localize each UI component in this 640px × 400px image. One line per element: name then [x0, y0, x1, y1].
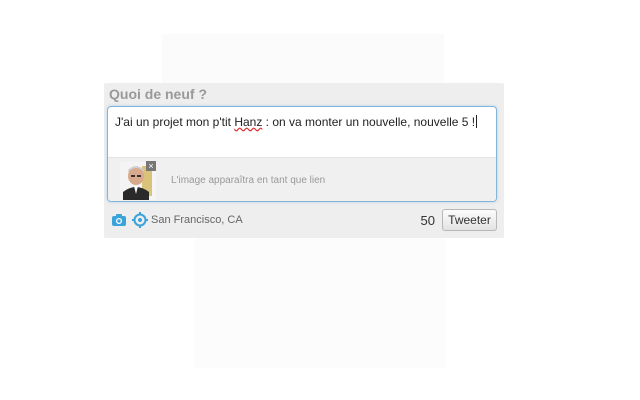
remove-image-button[interactable]: ×	[146, 161, 156, 171]
text-caret	[476, 115, 478, 128]
location-label[interactable]: San Francisco, CA	[151, 214, 243, 226]
attachment-note: L'image apparaîtra en tant que lien	[171, 175, 326, 186]
tweet-text[interactable]: J'ai un projet mon p'tit Hanz : on va mo…	[115, 115, 478, 129]
tweet-button[interactable]: Tweeter	[442, 209, 497, 231]
attachment-area: × L'image apparaîtra en tant que lien	[108, 157, 496, 201]
camera-icon[interactable]	[111, 212, 127, 228]
tweet-textarea[interactable]: J'ai un projet mon p'tit Hanz : on va mo…	[107, 106, 497, 202]
composer-toolbar: San Francisco, CA 50 Tweeter	[111, 209, 497, 231]
background-panel-top	[162, 34, 444, 86]
background-panel-bottom	[194, 238, 446, 368]
tweet-text-end: : on va monter un nouvelle, nouvelle 5 !	[262, 115, 476, 129]
tweet-text-start: J'ai un projet mon p'tit	[115, 115, 235, 129]
composer-heading: Quoi de neuf ?	[109, 86, 207, 102]
location-target-icon[interactable]	[132, 212, 148, 228]
tweet-text-misspelled-word: Hanz	[234, 115, 263, 129]
page: Quoi de neuf ? J'ai un projet mon p'tit …	[0, 0, 640, 400]
character-counter: 50	[420, 213, 435, 228]
tweet-composer: Quoi de neuf ? J'ai un projet mon p'tit …	[104, 83, 504, 238]
